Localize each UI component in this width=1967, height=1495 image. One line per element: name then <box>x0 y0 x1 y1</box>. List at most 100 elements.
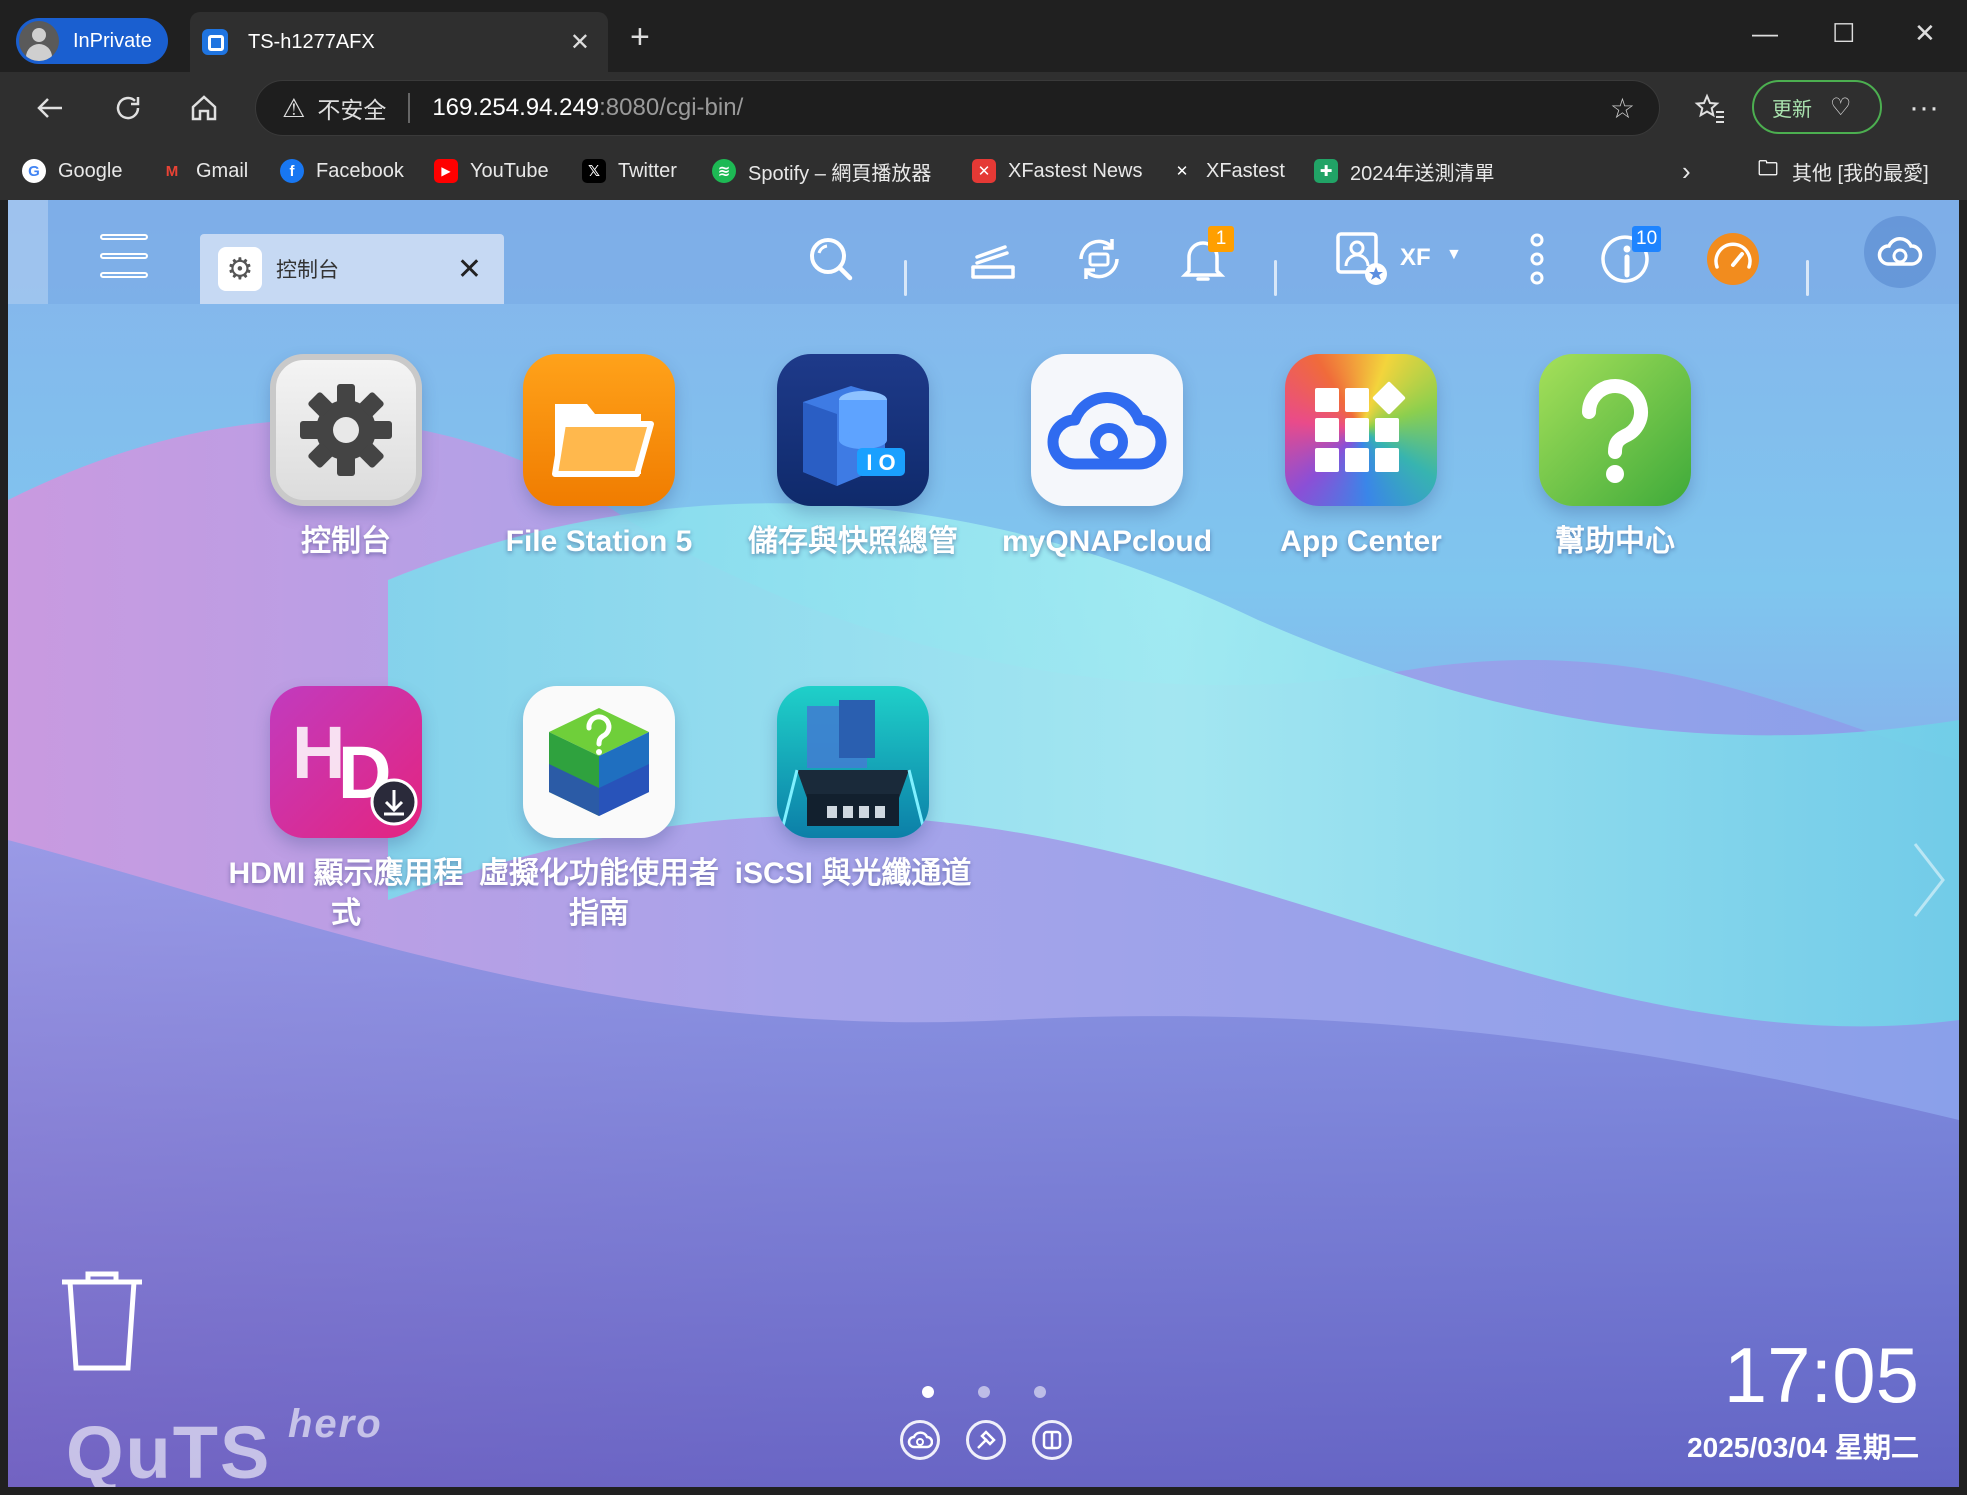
user-guide-dock-icon[interactable] <box>1032 1420 1072 1460</box>
trash-bin-icon[interactable] <box>60 1268 144 1372</box>
browser-tab-active[interactable]: TS-h1277AFX ✕ <box>190 12 608 72</box>
bookmark-youtube[interactable]: ▶ YouTube <box>434 154 549 188</box>
inprivate-badge[interactable]: InPrivate <box>16 18 168 64</box>
folder-icon: 🗀 <box>1758 158 1778 180</box>
svg-text:I O: I O <box>866 450 895 475</box>
page-dot-active[interactable] <box>922 1386 934 1398</box>
xfastest-icon: ✕ <box>1175 163 1189 180</box>
bookmark-spotify[interactable]: ≋ Spotify – 網頁播放器 <box>712 154 931 188</box>
page-dot[interactable] <box>1034 1386 1046 1398</box>
not-secure-label[interactable]: 不安全 <box>317 91 386 125</box>
bookmark-test-list[interactable]: ✚ 2024年送測清單 <box>1314 154 1495 188</box>
favorite-star-icon[interactable]: ☆ <box>1610 92 1635 125</box>
toolbar-divider <box>1806 260 1809 296</box>
bookmark-label: YouTube <box>470 159 549 182</box>
bookmark-xfastest[interactable]: ✕ XFastest <box>1170 154 1285 188</box>
new-tab-button[interactable]: + <box>630 18 650 57</box>
desktop-top-bar: ⚙ 控制台 ✕ 1 XF ▼ 10 <box>8 200 1959 304</box>
maximize-button[interactable]: ☐ <box>1832 18 1855 49</box>
bookmark-label: Spotify – 網頁播放器 <box>748 162 932 185</box>
user-name-label[interactable]: XF <box>1400 244 1431 272</box>
app-label: File Station 5 <box>505 525 693 558</box>
folder-icon <box>523 354 675 506</box>
myqnapcloud-dock-icon[interactable] <box>900 1420 940 1460</box>
app-control-panel[interactable]: 控制台 <box>218 354 474 562</box>
toolbar-divider <box>1274 260 1277 296</box>
utility-tools-dock-icon[interactable] <box>966 1420 1006 1460</box>
bookmark-facebook[interactable]: f Facebook <box>280 154 404 188</box>
app-label: 虛擬化功能使用者指南 <box>479 857 719 930</box>
more-vertical-icon[interactable] <box>1508 230 1566 288</box>
resource-monitor-icon[interactable] <box>1704 230 1762 288</box>
main-menu-icon[interactable] <box>100 234 148 278</box>
open-app-tab-control-panel[interactable]: ⚙ 控制台 ✕ <box>200 234 504 304</box>
browser-toolbar: ⚠ 不安全 169.254.94.249:8080/cgi-bin/ ☆ 更新 … <box>0 72 1967 144</box>
other-favorites-folder[interactable]: 🗀 其他 [我的最愛] <box>1756 154 1929 188</box>
bookmark-label: Facebook <box>316 159 404 182</box>
bookmark-twitter[interactable]: 𝕏 Twitter <box>582 154 677 188</box>
favorites-icon[interactable] <box>1688 86 1732 130</box>
url-host: 169.254.94.249 <box>432 94 600 121</box>
warning-triangle-icon[interactable]: ⚠ <box>282 93 305 124</box>
close-window-button[interactable]: ✕ <box>1914 18 1936 49</box>
user-account-icon[interactable] <box>1332 230 1390 288</box>
youtube-icon: ▶ <box>434 159 458 183</box>
bottom-dock <box>900 1420 1072 1460</box>
notification-count-badge: 1 <box>1208 226 1234 252</box>
app-myqnapcloud[interactable]: myQNAPcloud <box>979 354 1235 562</box>
app-virtualization-guide[interactable]: 虛擬化功能使用者指南 <box>471 686 727 934</box>
desktop-date: 2025/03/04 星期二 <box>1687 1432 1919 1463</box>
bookmark-label: Gmail <box>196 159 249 182</box>
bookmark-label: 其他 [我的最愛] <box>1792 162 1929 185</box>
bookmark-label: 2024年送測清單 <box>1350 162 1495 185</box>
update-button[interactable]: 更新 ♡ <box>1752 80 1882 134</box>
url-path: :8080/cgi-bin/ <box>599 94 744 121</box>
page-dot[interactable] <box>978 1386 990 1398</box>
gear-icon <box>270 354 422 506</box>
minimize-button[interactable]: — <box>1752 18 1778 49</box>
x-icon: 𝕏 <box>582 159 606 183</box>
google-icon: G <box>22 159 46 183</box>
user-dropdown-chevron-icon[interactable]: ▼ <box>1446 246 1462 264</box>
background-tasks-icon[interactable] <box>964 230 1022 288</box>
tab-close-icon[interactable]: ✕ <box>570 28 590 57</box>
app-iscsi-fibre-channel[interactable]: iSCSI 與光纖通道 <box>725 686 981 894</box>
app-label: myQNAPcloud <box>1001 525 1213 558</box>
home-icon[interactable] <box>182 86 226 130</box>
bookmark-xfastest-news[interactable]: ✕ XFastest News <box>972 154 1142 188</box>
hdmi-hd-icon: HD <box>270 686 422 838</box>
bookmarks-bar: G Google M Gmail f Facebook ▶ YouTube 𝕏 … <box>0 144 1967 200</box>
browser-health-icon: ♡ <box>1830 93 1852 121</box>
facebook-icon: f <box>280 159 304 183</box>
external-device-sync-icon[interactable] <box>1070 230 1128 288</box>
qts-desktop: ⚙ 控制台 ✕ 1 XF ▼ 10 控制台 File Station 5 I O… <box>8 200 1959 1487</box>
bookmark-google[interactable]: G Google <box>22 154 123 188</box>
cloud-icon[interactable] <box>1864 216 1936 288</box>
spotify-icon: ≋ <box>712 159 736 183</box>
address-bar[interactable]: ⚠ 不安全 169.254.94.249:8080/cgi-bin/ ☆ <box>255 80 1660 136</box>
app-hdmi-display[interactable]: HD HDMI 顯示應用程式 <box>218 686 474 934</box>
refresh-icon[interactable] <box>106 86 150 130</box>
close-app-tab-icon[interactable]: ✕ <box>457 252 482 287</box>
browser-tab-bar: InPrivate TS-h1277AFX ✕ + — ☐ ✕ <box>0 0 1967 72</box>
top-bar-left-strip <box>8 200 48 304</box>
more-options-icon[interactable]: ··· <box>1902 86 1946 130</box>
bookmark-label: Twitter <box>618 159 677 182</box>
app-grid-icon <box>1285 354 1437 506</box>
app-help-center[interactable]: 幫助中心 <box>1487 354 1743 562</box>
tab-title: TS-h1277AFX <box>248 30 375 53</box>
app-label: iSCSI 與光纖通道 <box>734 857 972 890</box>
help-question-icon <box>1539 354 1691 506</box>
app-label: 控制台 <box>301 525 391 558</box>
app-app-center[interactable]: App Center <box>1233 354 1489 562</box>
info-count-badge: 10 <box>1632 226 1662 252</box>
bookmark-gmail[interactable]: M Gmail <box>160 154 248 188</box>
app-file-station[interactable]: File Station 5 <box>471 354 727 562</box>
back-arrow-icon[interactable] <box>28 86 72 130</box>
search-icon[interactable] <box>802 230 860 288</box>
bookmarks-overflow-chevron-icon[interactable]: › <box>1682 154 1691 188</box>
desktop-clock: 17:05 <box>1723 1331 1919 1419</box>
app-storage-snapshots[interactable]: I O 儲存與快照總管 <box>725 354 981 562</box>
next-page-chevron-icon[interactable] <box>1909 840 1949 920</box>
open-app-tab-label: 控制台 <box>276 259 339 282</box>
